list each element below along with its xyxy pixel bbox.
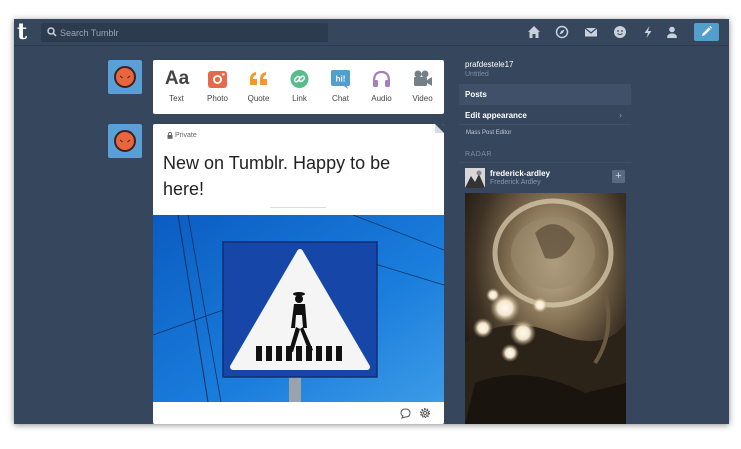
post-author-avatar[interactable] (108, 124, 142, 158)
radar-username[interactable]: frederick-ardley (490, 169, 550, 178)
tumblr-window: t Search Tumblr Aa Text Photo Quote Link… (14, 19, 729, 424)
text-icon: Aa (164, 68, 190, 89)
radar-header: RADAR (465, 151, 493, 158)
explore-icon[interactable] (555, 25, 569, 39)
video-camera-icon (414, 70, 432, 86)
photo-post-button[interactable]: Photo (197, 60, 238, 114)
search-input[interactable] (60, 23, 320, 42)
radar-blog-title: Frederick Ardley (490, 179, 541, 186)
sidebar-item-label: Edit appearance (465, 111, 527, 120)
chevron-right-icon: › (619, 110, 622, 120)
home-icon[interactable] (527, 25, 541, 39)
title-divider (270, 207, 326, 208)
pedestrian-crossing-sign-image (153, 215, 444, 402)
chat-post-button[interactable]: hi! Chat (320, 60, 361, 114)
quote-post-button[interactable]: Quote (238, 60, 279, 114)
link-post-button[interactable]: Link (279, 60, 320, 114)
radar-user-avatar[interactable] (465, 168, 485, 188)
post-photo[interactable] (153, 215, 444, 402)
chat-icon: hi! (331, 70, 350, 89)
user-avatar[interactable] (108, 60, 142, 94)
post-card: Private New on Tumblr. Happy to be here! (153, 124, 444, 424)
pencil-icon (702, 26, 712, 36)
post-title: New on Tumblr. Happy to be here! (163, 153, 391, 199)
link-icon (290, 70, 309, 88)
settings-icon[interactable] (419, 407, 431, 419)
privacy-label: Private (174, 132, 197, 139)
top-navigation-bar: t (14, 19, 729, 46)
search-icon (47, 27, 57, 37)
post-footer (153, 402, 444, 424)
follow-button[interactable]: + (612, 170, 625, 183)
comment-icon[interactable] (400, 408, 411, 419)
svg-text:hi!: hi! (336, 75, 346, 84)
quote-icon (250, 72, 267, 85)
post-corner-fold (435, 124, 444, 133)
text-post-button[interactable]: Aa Text (156, 60, 197, 114)
sidebar-item-label: Posts (465, 90, 487, 99)
blog-title: Untitled (465, 71, 489, 78)
compose-button[interactable] (694, 23, 719, 41)
search-box[interactable] (41, 23, 328, 42)
headphones-icon (372, 70, 391, 87)
video-post-button[interactable]: Video (402, 60, 443, 114)
sidebar-item-edit-appearance[interactable]: Edit appearance › (459, 105, 631, 125)
activity-icon[interactable] (641, 25, 655, 39)
audio-post-button[interactable]: Audio (361, 60, 402, 114)
right-sidebar: prafdestele17 Untitled Posts Edit appear… (459, 46, 729, 424)
chandelier-ceiling-photo (465, 193, 626, 424)
radar-divider (459, 162, 631, 163)
lock-icon (167, 132, 173, 139)
inbox-icon[interactable] (584, 25, 598, 39)
tumblr-logo[interactable]: t (17, 21, 34, 43)
account-icon[interactable] (665, 25, 679, 39)
radar-post-image[interactable] (465, 193, 626, 424)
mass-post-editor-link[interactable]: Mass Post Editor (466, 130, 511, 136)
messages-icon[interactable] (613, 25, 627, 39)
blog-name[interactable]: prafdestele17 (465, 60, 513, 69)
post-type-bar: Aa Text Photo Quote Link hi! Chat Audio … (153, 60, 444, 114)
sidebar-item-posts[interactable]: Posts (459, 84, 631, 105)
camera-icon (208, 71, 227, 88)
privacy-indicator: Private (167, 132, 197, 139)
